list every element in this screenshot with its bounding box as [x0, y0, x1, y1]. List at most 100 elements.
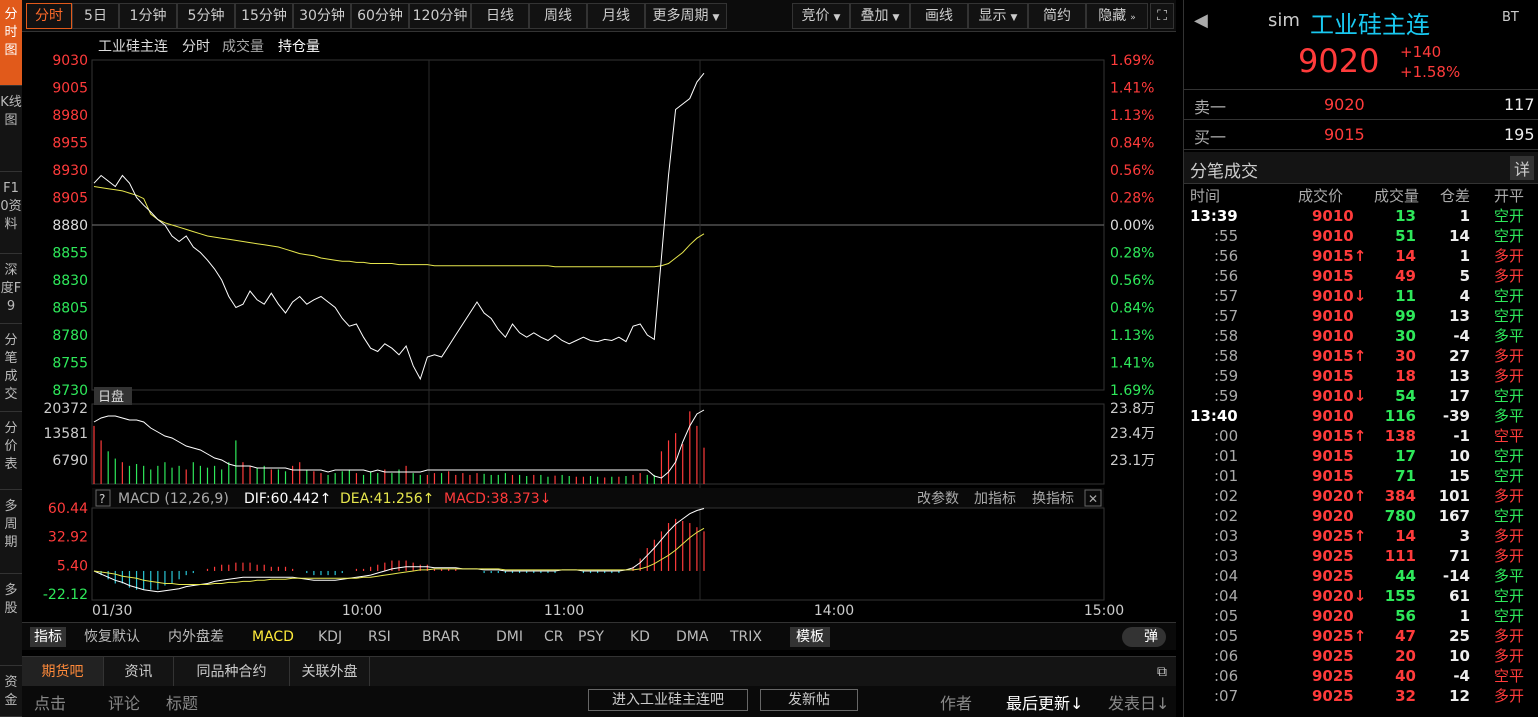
- tick-type: 空开: [1494, 507, 1525, 525]
- caret-down-icon: ▼: [892, 13, 900, 23]
- price-line: [93, 72, 705, 381]
- intraday-chart[interactable]: 9030 1.69% 9005 1.41% 8980 1.13% 8955 0.84% 8930…: [22, 32, 1176, 622]
- price-tick-label: 8955: [52, 136, 88, 152]
- ticks-header-cell: 时间: [1190, 187, 1221, 205]
- period-tab-3[interactable]: 5分钟: [177, 3, 235, 29]
- macd-dif-value: DIF:60.442↑: [244, 491, 331, 507]
- popout-icon[interactable]: ⧉: [1150, 657, 1174, 687]
- indicator-1[interactable]: 内外盘差: [168, 627, 224, 647]
- forum-updated-col[interactable]: 最后更新↓: [1006, 690, 1083, 714]
- pct-tick-label: 0.56%: [1110, 163, 1154, 179]
- ticks-header-cell: 仓差: [1440, 187, 1471, 205]
- period-tab-9[interactable]: 周线: [529, 3, 587, 29]
- tick-price: 9015: [1312, 267, 1354, 285]
- bottom-tab-3[interactable]: 关联外盘: [290, 657, 370, 687]
- tick-volume: 71: [1395, 467, 1416, 485]
- bottom-tab-2[interactable]: 同品种合约: [174, 657, 290, 687]
- indicator-8[interactable]: PSY: [578, 627, 604, 647]
- indicator-2[interactable]: MACD: [252, 627, 294, 647]
- period-tab-2[interactable]: 1分钟: [119, 3, 177, 29]
- toolbar-right-5[interactable]: 隐藏»: [1086, 3, 1148, 29]
- period-tab-4[interactable]: 15分钟: [235, 3, 293, 29]
- tick-row: :04 9020↓ 155 61 空开: [1184, 586, 1524, 606]
- forum-posted-col[interactable]: 发表日↓: [1108, 690, 1169, 714]
- left-tab-8[interactable]: 资金: [0, 668, 22, 717]
- chart-volume-label[interactable]: 成交量: [222, 38, 264, 55]
- tick-type: 多平: [1494, 327, 1525, 345]
- toolbar-right-4[interactable]: 简约: [1028, 3, 1086, 29]
- template-button[interactable]: 模板: [790, 627, 830, 647]
- toolbar-right-1[interactable]: 叠加 ▼: [850, 3, 910, 29]
- tick-time: :06: [1214, 667, 1239, 685]
- left-tab-1[interactable]: K线图: [0, 88, 22, 172]
- macd-help-icon[interactable]: ?: [99, 492, 105, 506]
- period-tab-label: 1分钟: [129, 8, 167, 24]
- fullscreen-icon[interactable]: ⛶: [1150, 3, 1174, 29]
- macd-tick-label: -22.12: [43, 587, 88, 603]
- period-tab-6[interactable]: 60分钟: [351, 3, 409, 29]
- tick-volume: 116: [1384, 407, 1416, 425]
- forum-comment-col[interactable]: 评论: [108, 690, 140, 714]
- tick-oi-change: 1: [1459, 607, 1470, 625]
- close-icon[interactable]: ✕: [1088, 492, 1098, 506]
- left-tab-7[interactable]: 多股: [0, 576, 22, 666]
- indicator-11[interactable]: TRIX: [730, 627, 762, 647]
- left-tab-0[interactable]: 分时图: [0, 0, 22, 86]
- chart-oi-label[interactable]: 持仓量: [278, 39, 320, 55]
- toolbar-right-2[interactable]: 画线: [910, 3, 968, 29]
- indicator-3[interactable]: KDJ: [318, 627, 342, 647]
- price-tick-label: 8980: [52, 108, 88, 124]
- double-chevron-icon: »: [1130, 13, 1136, 23]
- toolbar-right-0[interactable]: 竞价 ▼: [792, 3, 850, 29]
- left-tab-6[interactable]: 多周期: [0, 492, 22, 574]
- left-tab-4[interactable]: 分笔成交: [0, 326, 22, 412]
- left-tab-5[interactable]: 分价表: [0, 414, 22, 490]
- period-tab-0[interactable]: 分时: [26, 3, 72, 29]
- tick-volume: 51: [1395, 227, 1416, 245]
- tick-price: 9020↑: [1312, 487, 1367, 505]
- new-post-button[interactable]: 发新帖: [760, 689, 858, 711]
- tick-time: :00: [1214, 427, 1239, 445]
- prev-symbol-button[interactable]: ◀: [1194, 10, 1208, 31]
- tick-price: 9025↑: [1312, 627, 1367, 645]
- toolbar-right-3[interactable]: 显示 ▼: [968, 3, 1028, 29]
- macd-button-2[interactable]: 换指标: [1032, 490, 1074, 507]
- forum-click-col[interactable]: 点击: [34, 690, 66, 714]
- period-tab-7[interactable]: 120分钟: [409, 3, 471, 29]
- bottom-tab-1[interactable]: 资讯: [104, 657, 174, 687]
- popup-toggle[interactable]: 弹: [1122, 627, 1166, 647]
- left-tab-2[interactable]: F10资料: [0, 174, 22, 254]
- ticks-detail-button[interactable]: 详: [1510, 156, 1535, 180]
- period-tab-8[interactable]: 日线: [471, 3, 529, 29]
- bt-badge[interactable]: BT: [1502, 10, 1519, 25]
- tick-oi-change: 15: [1449, 467, 1470, 485]
- period-tab-10[interactable]: 月线: [587, 3, 645, 29]
- macd-dea-value: DEA:41.256↑: [340, 491, 434, 507]
- indicator-4[interactable]: RSI: [368, 627, 391, 647]
- tick-price: 9010: [1312, 327, 1354, 345]
- indicator-6[interactable]: DMI: [496, 627, 523, 647]
- left-tab-3[interactable]: 深度F9: [0, 256, 22, 324]
- forum-author-col[interactable]: 作者: [940, 690, 972, 714]
- price-tick-label: 9005: [52, 81, 88, 97]
- period-tab-11[interactable]: 更多周期 ▼: [645, 3, 727, 29]
- period-tab-1[interactable]: 5日: [72, 3, 119, 29]
- period-tab-5[interactable]: 30分钟: [293, 3, 351, 29]
- bid-row: 买一 9015 195: [1184, 120, 1538, 150]
- macd-button-0[interactable]: 改参数: [917, 490, 959, 507]
- ticks-header-row: 时间 成交价 成交量 仓差 开平: [1184, 186, 1524, 206]
- bottom-tab-0[interactable]: 期货吧: [22, 657, 104, 687]
- forum-title-col[interactable]: 标题: [166, 690, 198, 714]
- caret-down-icon: ▼: [712, 13, 720, 23]
- indicator-9[interactable]: KD: [630, 627, 650, 647]
- indicator-0[interactable]: 恢复默认: [84, 627, 140, 647]
- market-label: sim: [1268, 10, 1300, 31]
- indicator-10[interactable]: DMA: [676, 627, 708, 647]
- indicator-7[interactable]: CR: [544, 627, 564, 647]
- tick-price: 9020↓: [1312, 587, 1367, 605]
- indicator-5[interactable]: BRAR: [422, 627, 460, 647]
- bid-volume: 195: [1504, 125, 1535, 144]
- enter-forum-button[interactable]: 进入工业硅主连吧: [588, 689, 748, 711]
- macd-button-1[interactable]: 加指标: [974, 491, 1016, 507]
- dea-line: [93, 527, 705, 585]
